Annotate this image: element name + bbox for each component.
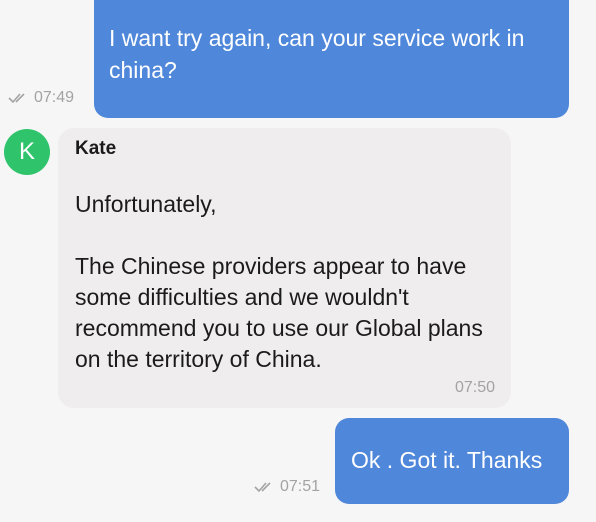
outgoing-message-bubble[interactable]: Ok . Got it. Thanks [335,418,569,504]
sender-name: Kate [75,138,117,159]
message-meta: 07:49 [8,89,74,107]
message-paragraph: The Chinese providers appear to have som… [75,253,483,372]
message-text: I want try again, can your service work … [109,25,525,83]
incoming-message-bubble[interactable]: Kate Unfortunately, The Chinese provider… [58,128,511,408]
message-text: Ok . Got it. Thanks [351,447,543,473]
message-time: 07:51 [280,478,321,495]
outgoing-message-bubble[interactable]: I want try again, can your service work … [94,0,569,118]
double-check-icon [254,482,271,493]
message-meta: 07:51 [254,478,320,496]
message-body: Unfortunately, The Chinese providers app… [75,189,505,375]
avatar-letter: K [18,138,35,165]
double-check-icon [8,93,25,104]
chat-thread: 07:49 I want try again, can your service… [0,0,596,522]
message-paragraph: Unfortunately, [75,191,217,217]
message-time: 07:49 [34,89,75,106]
message-time: 07:50 [454,379,495,396]
avatar[interactable]: K [4,129,50,175]
